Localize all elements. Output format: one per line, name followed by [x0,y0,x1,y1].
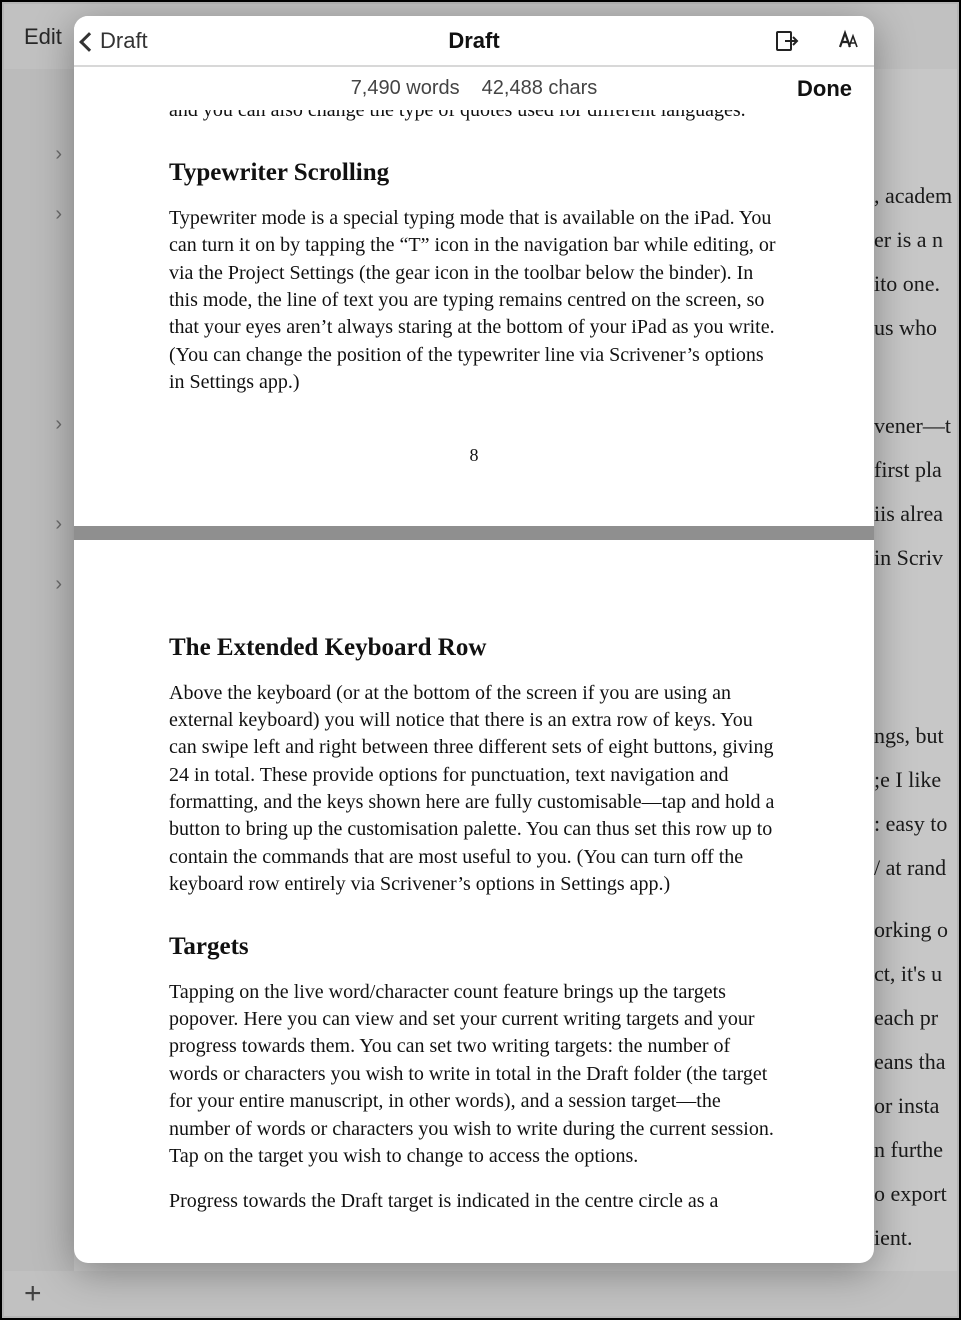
page-gap [74,526,874,540]
body-text: Progress towards the Draft target is ind… [169,1188,779,1219]
modal-title: Draft [74,28,874,54]
back-label: Draft [100,28,148,54]
document-preview[interactable]: equivalents as you type. You can turn th… [74,66,874,1219]
heading-targets: Targets [169,933,779,961]
background-sidebar: › › › › › [4,69,74,1271]
done-button[interactable]: Done [797,76,852,102]
page-number: 8 [169,445,779,466]
compile-preview-modal: Draft Draft equivalents as you type. You… [74,16,874,1263]
appearance-icon[interactable] [830,24,864,58]
body-text: Above the keyboard (or at the bottom of … [169,680,779,899]
chevron-left-icon [79,32,99,52]
edit-label: Edit [24,24,62,50]
back-button[interactable]: Draft [74,28,148,54]
body-text: Tapping on the live word/character count… [169,979,779,1171]
document-page: The Extended Keyboard Row Above the keyb… [74,634,874,1219]
body-text: Typewriter mode is a special typing mode… [169,205,779,397]
char-count[interactable]: 42,488 chars [482,77,598,100]
add-icon: + [24,1277,42,1311]
heading-extended-keyboard: The Extended Keyboard Row [169,634,779,662]
heading-typewriter: Typewriter Scrolling [169,159,779,187]
word-count[interactable]: 7,490 words [351,77,460,100]
modal-footer: 7,490 words 42,488 chars Done [74,66,874,110]
export-icon[interactable] [770,24,804,58]
document-page: equivalents as you type. You can turn th… [74,66,874,526]
modal-header: Draft Draft [74,16,874,66]
